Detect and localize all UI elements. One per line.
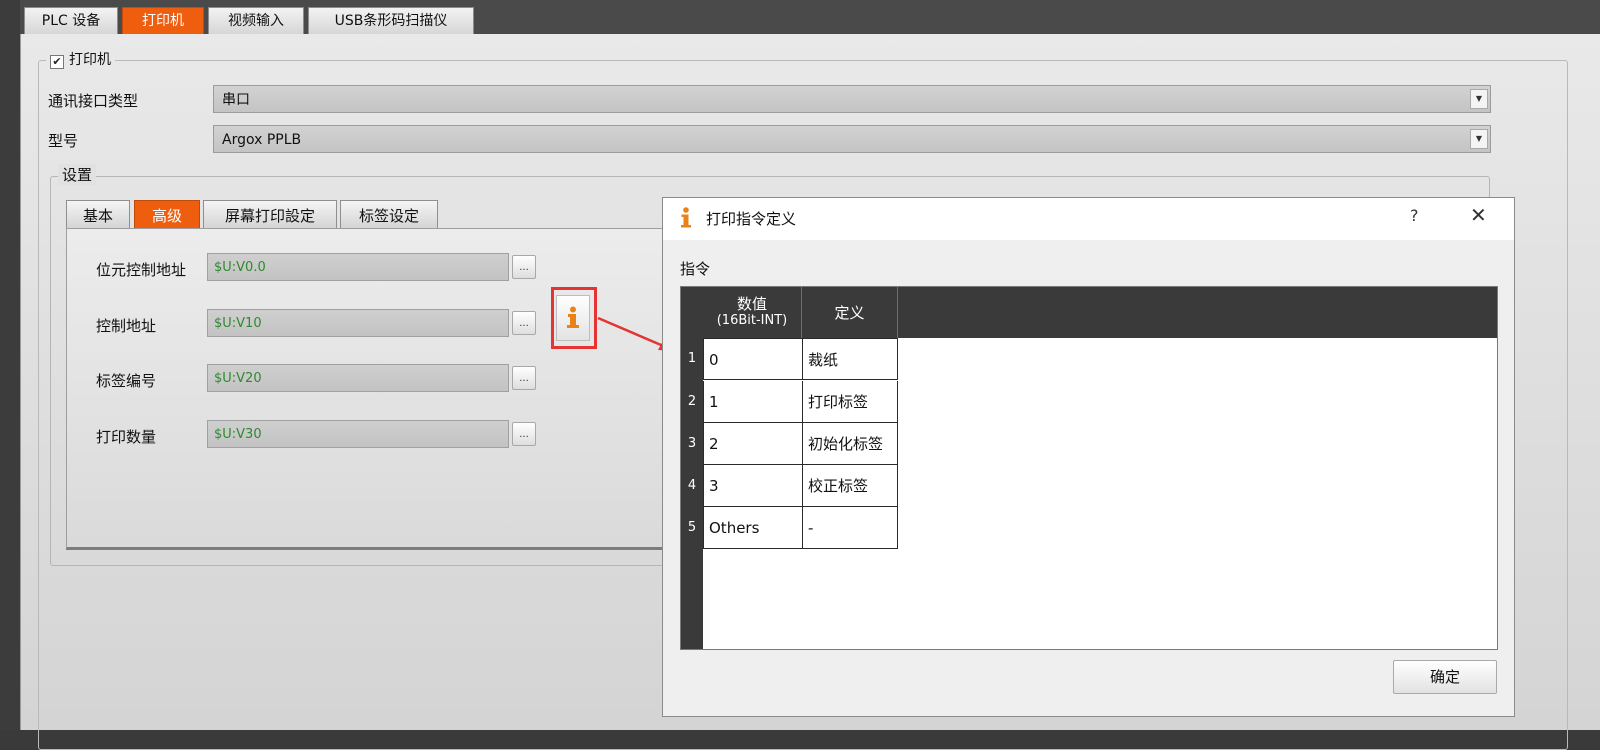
- label-number-browse-button[interactable]: ...: [512, 366, 536, 390]
- table-cell-definition[interactable]: 初始化标签: [802, 423, 898, 465]
- comm-interface-select[interactable]: 串口 ▼: [213, 85, 1491, 113]
- settings-group-label: 设置: [58, 164, 97, 185]
- control-address-browse-button[interactable]: ...: [512, 311, 536, 335]
- model-value: Argox PPLB: [222, 132, 302, 148]
- chevron-down-icon[interactable]: ▼: [1470, 129, 1488, 149]
- column-header-value[interactable]: 数值 (16Bit-INT): [703, 287, 802, 338]
- checkbox-checked-icon: ✔: [50, 55, 64, 69]
- ok-button[interactable]: 确定: [1393, 660, 1497, 694]
- dialog-title: 打印指令定义: [706, 210, 797, 228]
- table-cell-definition[interactable]: 打印标签: [802, 381, 898, 423]
- tab-label-settings[interactable]: 标签设定: [340, 200, 438, 230]
- info-icon: [681, 207, 691, 228]
- bit-control-address-label: 位元控制地址: [96, 261, 187, 279]
- table-cell-value[interactable]: 3: [703, 465, 803, 507]
- model-label: 型号: [48, 132, 79, 150]
- bit-control-address-browse-button[interactable]: ...: [512, 255, 536, 279]
- tab-plc-device[interactable]: PLC 设备: [24, 7, 118, 34]
- printer-enable-checkbox[interactable]: ✔ 打印机: [46, 50, 115, 70]
- table-cell-value[interactable]: Others: [703, 507, 803, 549]
- row-number: 4: [687, 478, 697, 493]
- tab-video-input[interactable]: 视频输入: [208, 7, 304, 34]
- table-cell-value[interactable]: 0: [703, 338, 803, 380]
- print-quantity-browse-button[interactable]: ...: [512, 422, 536, 446]
- close-icon[interactable]: ✕: [1470, 203, 1487, 227]
- tab-basic[interactable]: 基本: [66, 200, 130, 230]
- command-info-button[interactable]: [556, 295, 590, 341]
- tab-screen-print-settings[interactable]: 屏幕打印設定: [203, 200, 337, 230]
- tab-printer[interactable]: 打印机: [122, 7, 204, 34]
- print-quantity-input[interactable]: $U:V30: [207, 420, 509, 448]
- tab-advanced[interactable]: 高级: [134, 200, 200, 230]
- row-number: 3: [687, 436, 697, 451]
- control-address-input[interactable]: $U:V10: [207, 309, 509, 337]
- row-number: 1: [687, 351, 697, 366]
- comm-interface-label: 通讯接口类型: [48, 92, 139, 110]
- table-cell-value[interactable]: 1: [703, 381, 803, 423]
- label-number-input[interactable]: $U:V20: [207, 364, 509, 392]
- printer-group-label: 打印机: [69, 52, 111, 68]
- bit-control-address-input[interactable]: $U:V0.0: [207, 253, 509, 281]
- info-icon: [567, 306, 579, 328]
- control-address-label: 控制地址: [96, 317, 157, 335]
- chevron-down-icon[interactable]: ▼: [1470, 89, 1488, 109]
- tab-usb-barcode-scanner[interactable]: USB条形码扫描仪: [308, 7, 474, 34]
- model-select[interactable]: Argox PPLB ▼: [213, 125, 1491, 153]
- comm-interface-value: 串口: [222, 92, 250, 108]
- table-cell-definition[interactable]: 裁纸: [802, 338, 898, 380]
- label-number-label: 标签编号: [96, 372, 157, 390]
- table-cell-definition[interactable]: -: [802, 507, 898, 549]
- row-number: 5: [687, 520, 697, 535]
- print-quantity-label: 打印数量: [96, 428, 157, 446]
- command-section-label: 指令: [680, 260, 711, 278]
- table-cell-value[interactable]: 2: [703, 423, 803, 465]
- table-cell-definition[interactable]: 校正标签: [802, 465, 898, 507]
- column-header-definition[interactable]: 定义: [802, 287, 898, 338]
- help-icon[interactable]: ?: [1410, 206, 1419, 225]
- row-number: 2: [687, 394, 697, 409]
- left-dark-strip: [0, 0, 20, 730]
